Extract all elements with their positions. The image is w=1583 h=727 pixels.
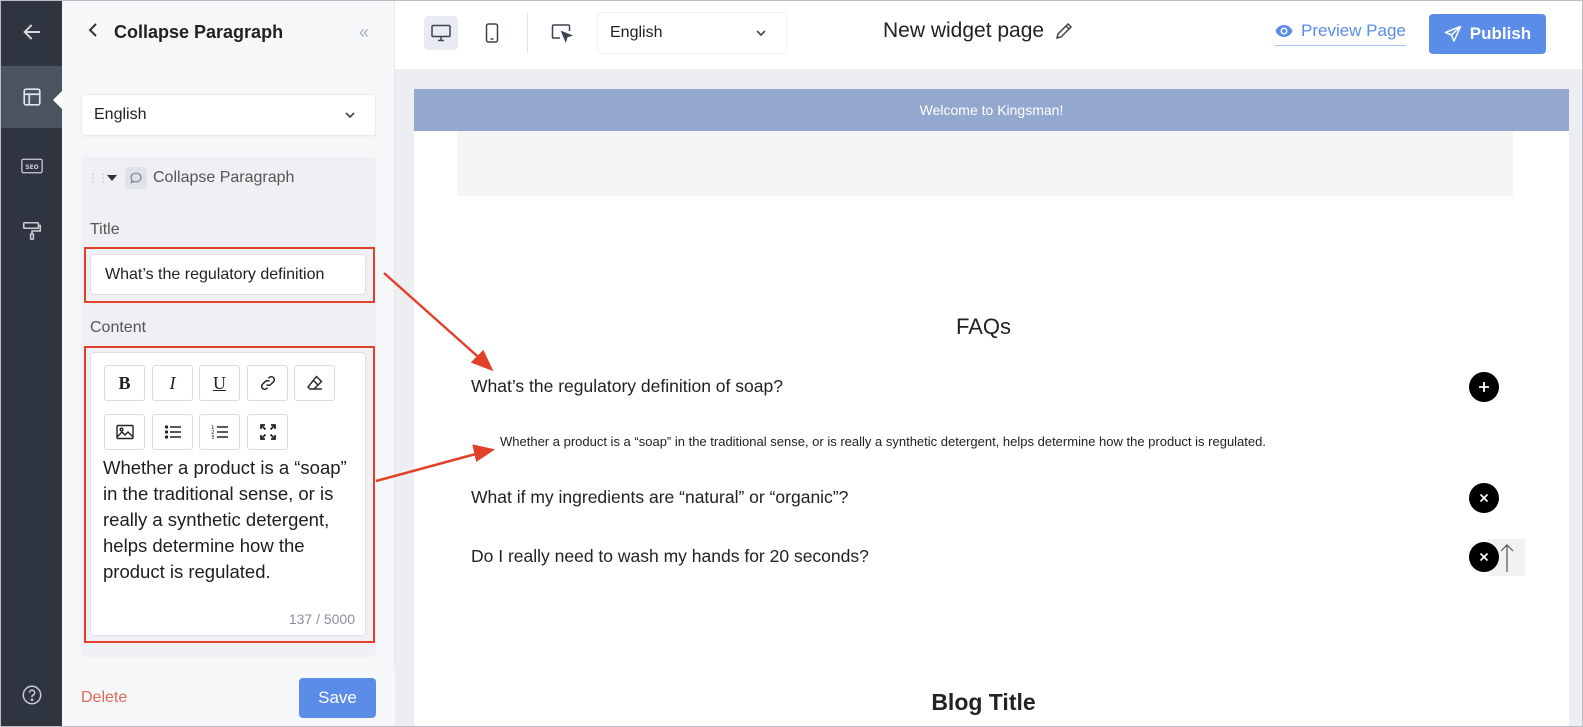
mobile-view-button[interactable] bbox=[475, 16, 509, 50]
chevron-down-icon bbox=[345, 112, 355, 119]
publish-button[interactable]: Publish bbox=[1429, 14, 1546, 54]
block-header[interactable]: ⋮⋮ Collapse Paragraph bbox=[81, 157, 376, 199]
content-label: Content bbox=[90, 319, 147, 336]
back-button[interactable] bbox=[1, 1, 62, 63]
numbered-list-button[interactable]: 123 bbox=[199, 414, 240, 450]
app-window: SEO Collapse Paragraph « English ⋮⋮ Coll… bbox=[0, 0, 1583, 727]
underline-button[interactable]: U bbox=[199, 365, 240, 401]
back-arrow-icon bbox=[22, 24, 40, 40]
close-icon[interactable] bbox=[1469, 483, 1499, 513]
blog-title: Blog Title bbox=[931, 689, 1036, 715]
fullscreen-button[interactable] bbox=[247, 414, 288, 450]
title-label: Title bbox=[90, 221, 120, 238]
layout-icon bbox=[22, 88, 41, 106]
bullet-list-icon bbox=[164, 425, 181, 439]
svg-text:3: 3 bbox=[211, 435, 215, 441]
collapse-paragraph-block: ⋮⋮ Collapse Paragraph Title Content B I … bbox=[81, 157, 376, 657]
seo-icon: SEO bbox=[20, 158, 43, 174]
drag-handle-icon[interactable]: ⋮⋮ bbox=[87, 171, 109, 185]
double-chevron-left-icon[interactable]: « bbox=[359, 22, 369, 43]
link-icon bbox=[260, 375, 275, 391]
page-language-value: English bbox=[610, 24, 663, 41]
chat-bubble-icon bbox=[125, 167, 147, 189]
settings-panel: Collapse Paragraph « English ⋮⋮ Collapse… bbox=[62, 1, 395, 726]
language-select-value: English bbox=[94, 106, 147, 123]
bold-icon: B bbox=[118, 372, 131, 393]
block-name: Collapse Paragraph bbox=[153, 169, 295, 186]
arrow-up-icon bbox=[1500, 543, 1513, 572]
italic-icon: I bbox=[169, 372, 176, 393]
numbered-list-icon: 123 bbox=[211, 425, 228, 441]
panel-footer: Delete Save bbox=[62, 667, 395, 726]
toolbar-divider bbox=[527, 13, 528, 53]
page-name-text: New widget page bbox=[883, 19, 1045, 42]
desktop-icon bbox=[431, 24, 451, 42]
plus-icon[interactable] bbox=[1469, 372, 1499, 402]
paper-plane-icon bbox=[1444, 25, 1462, 42]
svg-text:SEO: SEO bbox=[25, 165, 38, 171]
faq-question-1[interactable]: What’s the regulatory definition of soap… bbox=[471, 376, 783, 397]
image-button[interactable] bbox=[104, 414, 145, 450]
panel-header: Collapse Paragraph « bbox=[62, 1, 395, 63]
eye-icon bbox=[1275, 25, 1293, 37]
title-input[interactable] bbox=[90, 254, 366, 295]
editor-content[interactable]: Whether a product is a “soap” in the tra… bbox=[103, 455, 359, 585]
help-icon bbox=[22, 685, 41, 705]
cursor-select-icon bbox=[551, 24, 573, 43]
language-select[interactable]: English bbox=[81, 94, 376, 136]
pencil-icon[interactable] bbox=[1054, 21, 1074, 41]
fullscreen-icon bbox=[259, 424, 276, 440]
page-language-select[interactable]: English bbox=[597, 12, 787, 54]
faq-title: FAQs bbox=[955, 314, 1011, 339]
welcome-bar: Welcome to Kingsman! bbox=[414, 89, 1569, 131]
select-element-button[interactable] bbox=[545, 16, 579, 50]
top-toolbar: English New widget page Preview Page Pub… bbox=[395, 1, 1582, 69]
bold-button[interactable]: B bbox=[104, 365, 145, 401]
image-icon bbox=[115, 424, 134, 440]
mobile-icon bbox=[485, 23, 499, 43]
close-icon[interactable] bbox=[1469, 542, 1499, 572]
rail-item-style[interactable] bbox=[1, 200, 62, 262]
underline-icon: U bbox=[213, 372, 226, 393]
rail-active-notch bbox=[53, 91, 62, 109]
faq-question-2[interactable]: What if my ingredients are “natural” or … bbox=[471, 487, 848, 508]
caret-down-icon[interactable] bbox=[107, 175, 117, 181]
save-button[interactable]: Save bbox=[299, 678, 376, 718]
banner-placeholder bbox=[457, 131, 1513, 196]
paint-roller-icon bbox=[22, 221, 41, 241]
content-editor[interactable]: B I U 123 Whether a product is a “soap” … bbox=[90, 352, 366, 636]
chevron-left-icon[interactable] bbox=[86, 22, 114, 43]
help-button[interactable] bbox=[1, 664, 62, 726]
bullet-list-button[interactable] bbox=[152, 414, 193, 450]
link-button[interactable] bbox=[247, 365, 288, 401]
char-count: 137 / 5000 bbox=[288, 611, 355, 627]
preview-page-label: Preview Page bbox=[1301, 21, 1406, 40]
desktop-view-button[interactable] bbox=[424, 16, 458, 50]
faq-question-3[interactable]: Do I really need to wash my hands for 20… bbox=[471, 546, 869, 567]
rail-item-seo[interactable]: SEO bbox=[1, 135, 62, 197]
page-preview: Welcome to Kingsman! FAQs What’s the reg… bbox=[414, 89, 1569, 726]
clear-format-button[interactable] bbox=[294, 365, 335, 401]
publish-label: Publish bbox=[1469, 24, 1532, 43]
page-name: New widget page bbox=[883, 19, 1074, 43]
nav-rail: SEO bbox=[1, 1, 62, 726]
chevron-down-icon bbox=[756, 30, 766, 37]
preview-page-link[interactable]: Preview Page bbox=[1275, 21, 1406, 46]
faq-answer-1: Whether a product is a “soap” in the tra… bbox=[500, 434, 1266, 449]
panel-title: Collapse Paragraph bbox=[114, 21, 284, 42]
italic-button[interactable]: I bbox=[152, 365, 193, 401]
eraser-icon bbox=[306, 375, 322, 390]
delete-button[interactable]: Delete bbox=[81, 689, 127, 707]
